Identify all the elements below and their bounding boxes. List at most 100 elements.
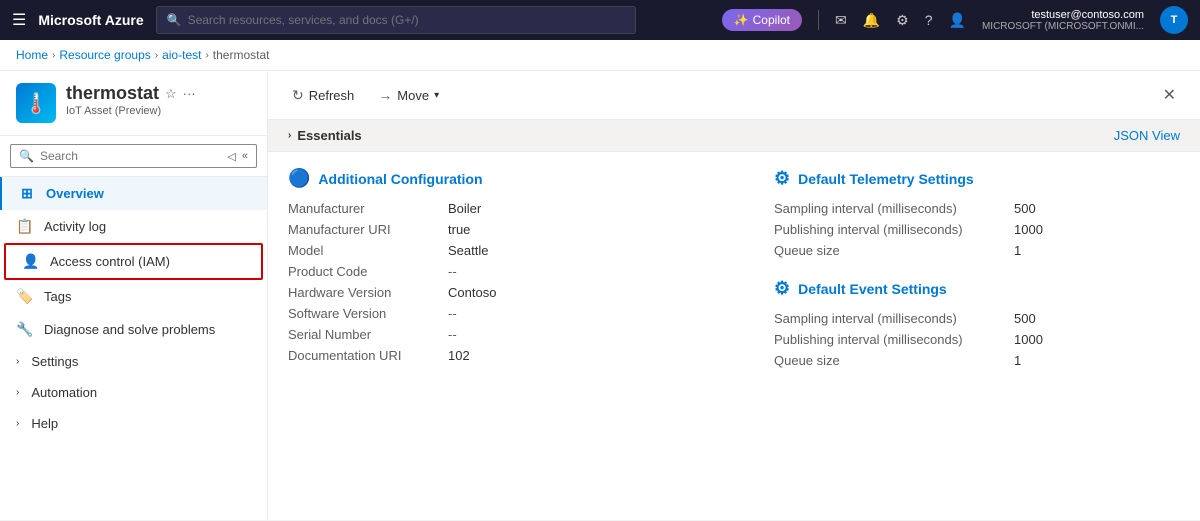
main-layout: 🌡️ thermostat ☆ ··· IoT Asset (Preview) …	[0, 71, 1200, 520]
sidebar-search-input[interactable]	[40, 149, 221, 163]
hamburger-menu[interactable]: ☰	[12, 10, 26, 30]
user-tenant: MICROSOFT (MICROSOFT.ONMI...	[982, 21, 1144, 32]
sidebar-nav: ⊞ Overview 📋 Activity log 👤 Access contr…	[0, 177, 267, 520]
avatar[interactable]: T	[1160, 6, 1188, 34]
sidebar-group-label: Settings	[31, 354, 78, 369]
essentials-header: › Essentials JSON View	[268, 120, 1200, 152]
overview-icon: ⊞	[18, 185, 36, 202]
field-value: 102	[448, 348, 470, 363]
field-row: ManufacturerBoiler	[288, 201, 734, 216]
sidebar: 🌡️ thermostat ☆ ··· IoT Asset (Preview) …	[0, 71, 268, 520]
field-label: Manufacturer URI	[288, 222, 448, 237]
field-value: Seattle	[448, 243, 488, 258]
additional-config-title: 🔵 Additional Configuration	[288, 168, 734, 189]
sidebar-group-help[interactable]: › Help	[0, 408, 267, 439]
sidebar-item-label: Overview	[46, 186, 104, 201]
sidebar-search-icons: ◁ «	[227, 150, 248, 163]
global-search-container: 🔍	[156, 6, 636, 34]
field-label: Publishing interval (milliseconds)	[774, 332, 1014, 347]
access-control-icon: 👤	[22, 253, 40, 270]
field-row: Publishing interval (milliseconds)1000	[774, 332, 1180, 347]
sidebar-item-diagnose[interactable]: 🔧 Diagnose and solve problems	[0, 313, 267, 346]
sidebar-group-label: Help	[31, 416, 58, 431]
essentials-title[interactable]: › Essentials	[288, 128, 362, 143]
search-icon: 🔍	[167, 13, 182, 27]
user-email: testuser@contoso.com	[982, 9, 1144, 21]
feedback-icon[interactable]: ✉	[835, 12, 847, 29]
move-icon: →	[378, 87, 392, 103]
config-section-icon: 🔵	[288, 168, 310, 189]
move-button[interactable]: → Move ▾	[374, 83, 443, 107]
top-right-actions: ✨ Copilot ✉ 🔔 ⚙ ? 👤 testuser@contoso.com…	[722, 6, 1188, 34]
tags-icon: 🏷️	[16, 288, 34, 305]
collapse-essentials-icon: ›	[288, 130, 291, 141]
sidebar-item-label: Tags	[44, 289, 71, 304]
directory-icon[interactable]: 👤	[949, 12, 966, 29]
content-toolbar: ↻ Refresh → Move ▾ ✕	[268, 71, 1200, 120]
help-icon[interactable]: ?	[925, 12, 933, 28]
field-value: 1000	[1014, 222, 1043, 237]
copilot-button[interactable]: ✨ Copilot	[722, 9, 802, 31]
top-navigation: ☰ Microsoft Azure 🔍 ✨ Copilot ✉ 🔔 ⚙ ? 👤 …	[0, 0, 1200, 40]
additional-config-fields: ManufacturerBoilerManufacturer URItrueMo…	[288, 201, 734, 363]
sidebar-group-automation[interactable]: › Automation	[0, 377, 267, 408]
field-row: Hardware VersionContoso	[288, 285, 734, 300]
telemetry-section-icon: ⚙	[774, 168, 790, 189]
notifications-icon[interactable]: 🔔	[863, 12, 880, 29]
breadcrumb-aio-test[interactable]: aio-test	[162, 48, 201, 62]
sidebar-item-activity-log[interactable]: 📋 Activity log	[0, 210, 267, 243]
resource-icon: 🌡️	[16, 83, 56, 123]
global-search-input[interactable]	[188, 13, 625, 27]
content-grid: 🔵 Additional Configuration ManufacturerB…	[268, 152, 1200, 520]
sidebar-group-settings[interactable]: › Settings	[0, 346, 267, 377]
thermostat-icon: 🌡️	[24, 91, 49, 116]
close-button[interactable]: ✕	[1159, 81, 1180, 109]
resource-title: thermostat	[66, 83, 159, 105]
field-value: --	[448, 306, 457, 321]
field-row: Sampling interval (milliseconds)500	[774, 311, 1180, 326]
field-label: Product Code	[288, 264, 448, 279]
activity-log-icon: 📋	[16, 218, 34, 235]
field-label: Publishing interval (milliseconds)	[774, 222, 1014, 237]
field-label: Software Version	[288, 306, 448, 321]
breadcrumb: Home › Resource groups › aio-test › ther…	[0, 40, 1200, 71]
resource-info: thermostat ☆ ··· IoT Asset (Preview)	[66, 83, 196, 117]
settings-icon[interactable]: ⚙	[896, 12, 909, 29]
content-area: ↻ Refresh → Move ▾ ✕ › Essentials JSON V…	[268, 71, 1200, 520]
field-row: Sampling interval (milliseconds)500	[774, 201, 1180, 216]
field-value: 500	[1014, 201, 1036, 216]
breadcrumb-resource-groups[interactable]: Resource groups	[59, 48, 150, 62]
sidebar-item-access-control[interactable]: 👤 Access control (IAM)	[4, 243, 263, 280]
event-title: ⚙ Default Event Settings	[774, 278, 1180, 299]
breadcrumb-home[interactable]: Home	[16, 48, 48, 62]
sidebar-item-overview[interactable]: ⊞ Overview	[0, 177, 267, 210]
more-options-icon[interactable]: ···	[183, 86, 196, 101]
sidebar-item-label: Diagnose and solve problems	[44, 322, 215, 337]
divider	[818, 10, 819, 30]
sidebar-item-tags[interactable]: 🏷️ Tags	[0, 280, 267, 313]
field-label: Serial Number	[288, 327, 448, 342]
field-label: Manufacturer	[288, 201, 448, 216]
right-section: ⚙ Default Telemetry Settings Sampling in…	[734, 152, 1180, 500]
field-label: Sampling interval (milliseconds)	[774, 311, 1014, 326]
field-label: Queue size	[774, 243, 1014, 258]
field-value: 1	[1014, 353, 1021, 368]
sidebar-item-label: Activity log	[44, 219, 106, 234]
azure-logo: Microsoft Azure	[38, 12, 143, 28]
pin-icon[interactable]: «	[242, 150, 248, 162]
refresh-icon: ↻	[292, 87, 304, 104]
field-value: 1	[1014, 243, 1021, 258]
field-row: Queue size1	[774, 243, 1180, 258]
expand-icon: ›	[16, 418, 19, 429]
json-view-link[interactable]: JSON View	[1114, 128, 1180, 143]
field-value: 500	[1014, 311, 1036, 326]
field-value: 1000	[1014, 332, 1043, 347]
field-row: Queue size1	[774, 353, 1180, 368]
expand-icon: ›	[16, 387, 19, 398]
sidebar-group-label: Automation	[31, 385, 97, 400]
favorite-icon[interactable]: ☆	[165, 86, 177, 102]
sidebar-search-container: 🔍 ◁ «	[0, 136, 267, 177]
event-section-icon: ⚙	[774, 278, 790, 299]
refresh-button[interactable]: ↻ Refresh	[288, 83, 358, 108]
collapse-icon[interactable]: ◁	[227, 150, 235, 163]
